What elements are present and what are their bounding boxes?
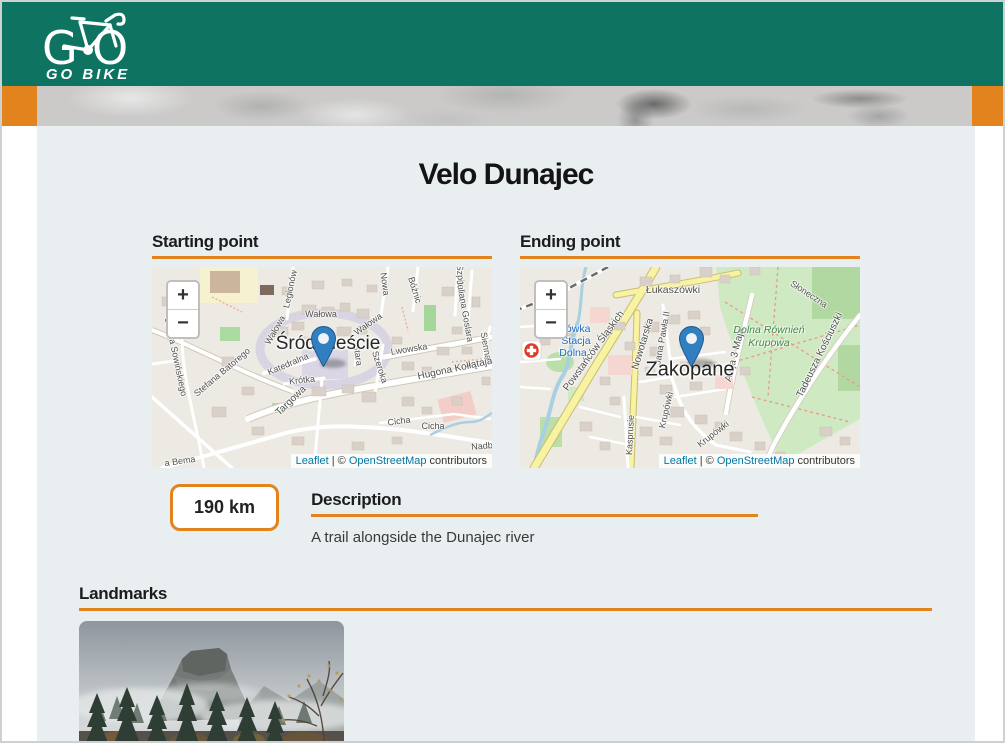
park-label: Dolna Równień	[733, 324, 804, 336]
street-label: Kasprusie	[624, 415, 636, 455]
leaflet-link[interactable]: Leaflet	[664, 455, 697, 467]
start-map[interactable]: Wałowa Wałowa Wałowa Legionów Nowa Bóżni…	[152, 267, 492, 468]
street-label: Cicha	[421, 421, 444, 431]
map-zoom-in-button[interactable]: +	[536, 282, 566, 309]
map-zoom-out-button[interactable]: −	[168, 309, 198, 337]
orange-accent-right	[972, 86, 1003, 126]
landmark-photo[interactable]	[79, 621, 344, 743]
map-marker-icon[interactable]	[679, 326, 704, 367]
distance-badge: 190 km	[170, 484, 279, 531]
landmarks-section: Landmarks	[79, 584, 932, 743]
app-header: G O GO BIKE	[2, 2, 1003, 86]
landmark-mountain-image	[79, 621, 344, 743]
first-aid-icon	[522, 341, 541, 360]
osm-link[interactable]: OpenStreetMap	[717, 455, 795, 467]
bike-logo-icon: G O	[36, 6, 140, 68]
ending-point-section: Ending point	[520, 232, 860, 468]
map-attribution: Leaflet | © OpenStreetMap contributors	[291, 454, 492, 468]
street-label: Nadb	[471, 440, 492, 452]
logo-wordmark: GO BIKE	[46, 66, 130, 83]
hero-texture-image	[37, 86, 972, 126]
leaflet-link[interactable]: Leaflet	[296, 455, 329, 467]
ending-point-heading: Ending point	[520, 232, 860, 259]
station-label: Dolna	[559, 347, 586, 359]
map-marker-icon[interactable]	[311, 326, 336, 367]
info-row: 190 km Description A trail alongside the…	[170, 484, 975, 546]
map-attribution: Leaflet | © OpenStreetMap contributors	[659, 454, 860, 468]
content-area: Velo Dunajec Starting point	[37, 126, 975, 743]
landmarks-heading: Landmarks	[79, 584, 932, 611]
map-zoom-control: + −	[166, 280, 200, 339]
map-zoom-in-button[interactable]: +	[168, 282, 198, 309]
gobike-logo[interactable]: G O GO BIKE	[36, 6, 140, 83]
map-zoom-out-button[interactable]: −	[536, 309, 566, 337]
attribution-suffix: contributors	[426, 455, 487, 467]
svg-text:G: G	[42, 21, 78, 68]
attribution-separator: | ©	[329, 455, 349, 467]
attribution-suffix: contributors	[794, 455, 855, 467]
route-maps-row: Starting point	[152, 232, 975, 468]
osm-link[interactable]: OpenStreetMap	[349, 455, 427, 467]
street-label: Wałowa	[305, 309, 337, 319]
description-heading: Description	[311, 490, 758, 517]
page-body: Velo Dunajec Starting point	[2, 126, 1003, 743]
app-window: G O GO BIKE	[0, 0, 1005, 743]
starting-point-section: Starting point	[152, 232, 492, 468]
starting-point-heading: Starting point	[152, 232, 492, 259]
map-zoom-control: + −	[534, 280, 568, 339]
description-text: A trail alongside the Dunajec river	[311, 529, 758, 546]
park-label: Krupowa	[748, 337, 789, 349]
street-label: Łukaszówki	[646, 284, 700, 296]
page-title: Velo Dunajec	[37, 158, 975, 192]
hero-band	[2, 86, 1003, 126]
end-map[interactable]: Łukaszówki Słoneczna Nowotarska Powstańc…	[520, 267, 860, 468]
attribution-separator: | ©	[697, 455, 717, 467]
description-section: Description A trail alongside the Dunaje…	[311, 490, 758, 546]
orange-accent-left	[2, 86, 37, 126]
